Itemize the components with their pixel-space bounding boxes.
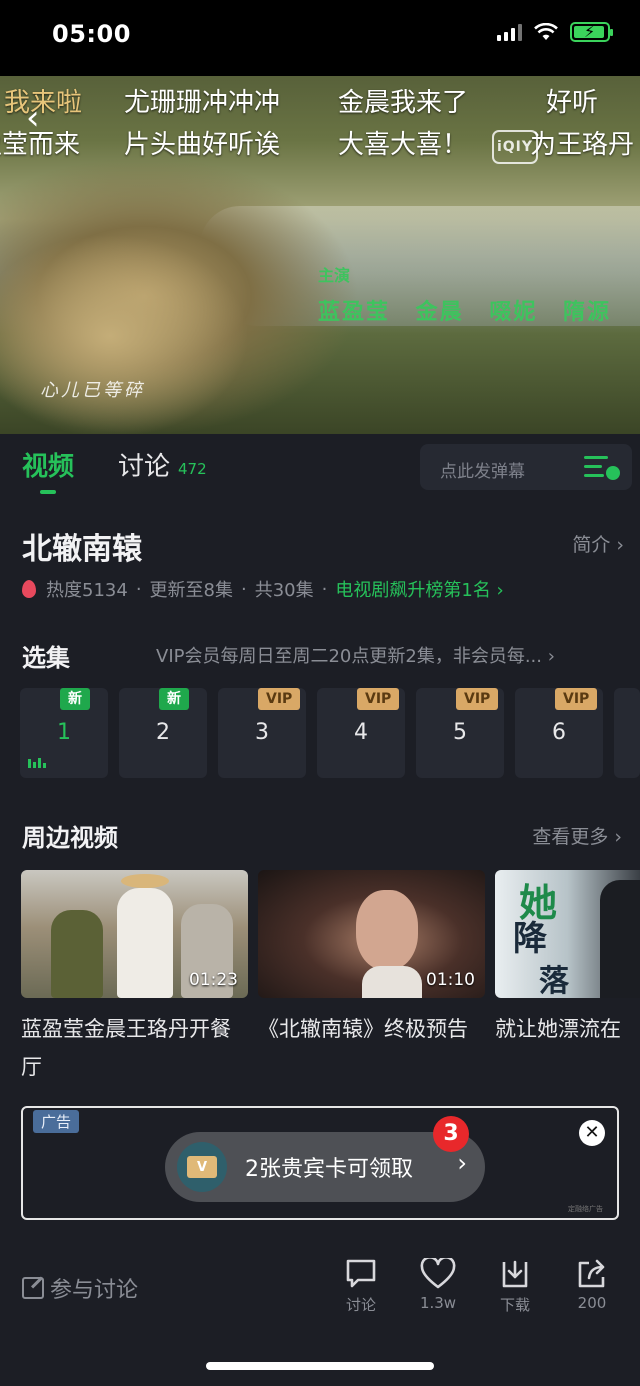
ad-fine-print: 定融络广告 <box>568 1205 603 1213</box>
update-status: 更新至8集 <box>149 580 233 601</box>
like-count: 1.3w <box>419 1294 457 1312</box>
download-label: 下载 <box>499 1296 530 1314</box>
danmu-input-placeholder: 点此发弹幕 <box>440 462 525 482</box>
danmu-toggle-icon[interactable] <box>584 454 620 480</box>
show-title: 北辙南辕 <box>22 532 142 567</box>
episode-badge: 新 <box>60 688 90 710</box>
share-button[interactable]: 200 <box>562 1256 622 1312</box>
cellular-signal-icon <box>497 23 522 41</box>
intro-button[interactable]: 简介 › <box>572 530 624 557</box>
danmu-comment: 盈莹而来 <box>0 130 81 160</box>
battery-icon: ⚡ <box>570 22 613 42</box>
share-icon <box>578 1259 605 1288</box>
heat-value: 热度5134 <box>46 580 128 601</box>
ad-banner[interactable]: 广告 ✕ V 2张贵宾卡可领取 › 3 定融络广告 <box>21 1106 619 1220</box>
episode-list: 新 1 新 2 VIP 3 VIP 4 VIP 5 VIP 6 <box>20 688 640 780</box>
join-discussion-input[interactable]: 参与讨论 <box>22 1272 138 1304</box>
episodes-title: 选集 <box>22 644 70 672</box>
rank-link[interactable]: 电视剧飙升榜第1名 › <box>335 576 503 602</box>
episode-item[interactable]: 新 2 <box>119 688 207 778</box>
episode-badge: VIP <box>258 688 301 710</box>
heat-flame-icon <box>22 580 36 598</box>
download-button[interactable]: 下载 <box>485 1256 545 1315</box>
total-episodes: 共30集 <box>254 580 314 601</box>
status-bar: 05:00 ⚡ <box>0 0 640 76</box>
episode-number: 4 <box>354 720 368 745</box>
danmu-comment: 我来啦 <box>4 88 83 118</box>
download-icon <box>502 1260 528 1288</box>
episode-item[interactable]: 新 1 <box>20 688 108 778</box>
danmu-comment: 金晨我来了 <box>338 88 469 118</box>
like-button[interactable]: 1.3w <box>408 1256 468 1312</box>
join-discussion-label: 参与讨论 <box>50 1278 139 1303</box>
episode-number: 2 <box>156 720 170 745</box>
related-video-thumbnail[interactable]: 01:10 <box>258 870 485 998</box>
episodes-update-note[interactable]: VIP会员每周日至周二20点更新2集，非会员每... › <box>156 642 622 668</box>
related-video-thumbnail[interactable]: 01:23 <box>21 870 248 998</box>
episode-badge: VIP <box>456 688 499 710</box>
vip-card-icon: V <box>177 1142 227 1192</box>
related-video-title[interactable]: 就让她漂流在 <box>495 1010 640 1048</box>
episode-number: 6 <box>552 720 566 745</box>
danmu-input[interactable]: 点此发弹幕 <box>420 444 632 490</box>
status-icons: ⚡ <box>497 22 613 42</box>
episode-badge: VIP <box>555 688 598 710</box>
tab-active-indicator <box>40 490 56 494</box>
danmu-comment: 为王珞丹 <box>530 130 635 160</box>
related-video-thumbnail[interactable]: 她 降 落 <box>495 870 640 998</box>
content-tabs: 视频 讨论 472 点此发弹幕 <box>0 434 640 500</box>
comment-button[interactable]: 讨论 <box>331 1256 391 1315</box>
show-meta: 热度5134 · 更新至8集 · 共30集 · 电视剧飙升榜第1名 › <box>22 576 504 602</box>
vip-card-offer-button[interactable]: V 2张贵宾卡可领取 › 3 <box>165 1116 485 1202</box>
comment-label: 讨论 <box>345 1296 376 1314</box>
video-duration: 01:23 <box>189 970 238 990</box>
notification-badge: 3 <box>433 1116 469 1152</box>
episode-badge: 新 <box>159 688 189 710</box>
episode-item[interactable]: VIP 6 <box>515 688 603 778</box>
video-subtitle: 心儿已等碎 <box>40 380 145 401</box>
episode-number: 3 <box>255 720 269 745</box>
ad-offer-text: 2张贵宾卡可领取 <box>245 1157 413 1182</box>
related-video-title[interactable]: 蓝盈莹金晨王珞丹开餐厅 <box>21 1010 248 1086</box>
episode-item[interactable]: VIP 4 <box>317 688 405 778</box>
episode-number: 5 <box>453 720 467 745</box>
episode-item-partial[interactable] <box>614 688 640 778</box>
status-time: 05:00 <box>52 20 131 48</box>
edit-icon <box>22 1277 44 1299</box>
home-indicator[interactable] <box>206 1362 434 1370</box>
heart-icon <box>420 1258 456 1289</box>
video-duration: 01:10 <box>426 970 475 990</box>
back-icon[interactable]: ‹ <box>26 98 40 138</box>
share-count: 200 <box>577 1294 607 1312</box>
comment-icon <box>346 1259 376 1288</box>
tab-discussion[interactable]: 讨论 <box>118 446 170 483</box>
related-videos-title: 周边视频 <box>22 824 118 852</box>
danmu-comment: 好听 <box>546 88 599 118</box>
danmu-comment: 大喜大喜！ <box>338 130 469 160</box>
chevron-right-icon: › <box>457 1149 467 1177</box>
close-icon[interactable]: ✕ <box>579 1120 605 1146</box>
tab-video[interactable]: 视频 <box>22 446 74 483</box>
episode-item[interactable]: VIP 5 <box>416 688 504 778</box>
credit-heading: 主演 <box>318 266 351 285</box>
now-playing-icon <box>28 758 46 768</box>
ad-label: 广告 <box>33 1110 80 1133</box>
video-player[interactable]: 我来啦 尤珊珊冲冲冲 金晨我来了 好听 盈莹而来 片头曲好听诶 大喜大喜！ 为王… <box>0 76 640 434</box>
danmu-comment: 片头曲好听诶 <box>124 130 281 160</box>
iqiyi-logo: iQIY <box>492 130 538 164</box>
episode-badge: VIP <box>357 688 400 710</box>
wifi-icon <box>534 23 558 40</box>
related-video-title[interactable]: 《北辙南辕》终极预告 <box>258 1010 485 1086</box>
credit-names: 蓝盈莹 金晨 啜妮 隋源 <box>318 300 611 325</box>
see-more-button[interactable]: 查看更多 › <box>532 822 622 849</box>
discussion-count: 472 <box>178 460 207 478</box>
danmu-comment: 尤珊珊冲冲冲 <box>124 88 281 118</box>
episode-item[interactable]: VIP 3 <box>218 688 306 778</box>
card-letter: V <box>197 1160 208 1175</box>
episode-number: 1 <box>57 720 71 745</box>
